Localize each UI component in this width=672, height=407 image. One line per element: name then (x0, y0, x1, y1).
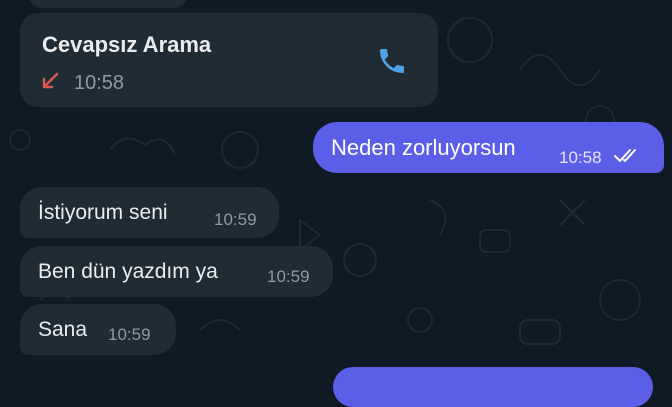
message-text: Neden zorluyorsun (331, 135, 516, 160)
outgoing-message-bubble[interactable]: Neden zorluyorsun 10:58 (313, 122, 664, 173)
incoming-message-bubble[interactable]: Ben dün yazdım ya 10:59 (20, 246, 333, 297)
message-time: 10:59 (108, 325, 151, 344)
message-text: Sana (38, 318, 88, 341)
message-text: Ben dün yazdım ya (38, 260, 218, 283)
double-check-icon (613, 147, 641, 165)
message-time: 10:59 (267, 267, 310, 286)
phone-icon[interactable] (376, 45, 408, 77)
message-text: İstiyorum seni (38, 201, 168, 224)
call-title: Cevapsız Arama (42, 32, 212, 57)
call-time: 10:58 (74, 72, 125, 94)
previous-message-bubble (28, 0, 188, 8)
incoming-message-bubble[interactable]: İstiyorum seni 10:59 (20, 187, 279, 238)
message-time: 10:59 (214, 210, 257, 229)
message-time: 10:58 (559, 148, 602, 167)
missed-call-bubble[interactable]: Cevapsız Arama 10:58 (20, 13, 438, 107)
arrow-down-left-icon (40, 71, 60, 91)
incoming-message-bubble[interactable]: Sana 10:59 (20, 304, 176, 355)
next-outgoing-message-bubble[interactable] (333, 367, 653, 407)
